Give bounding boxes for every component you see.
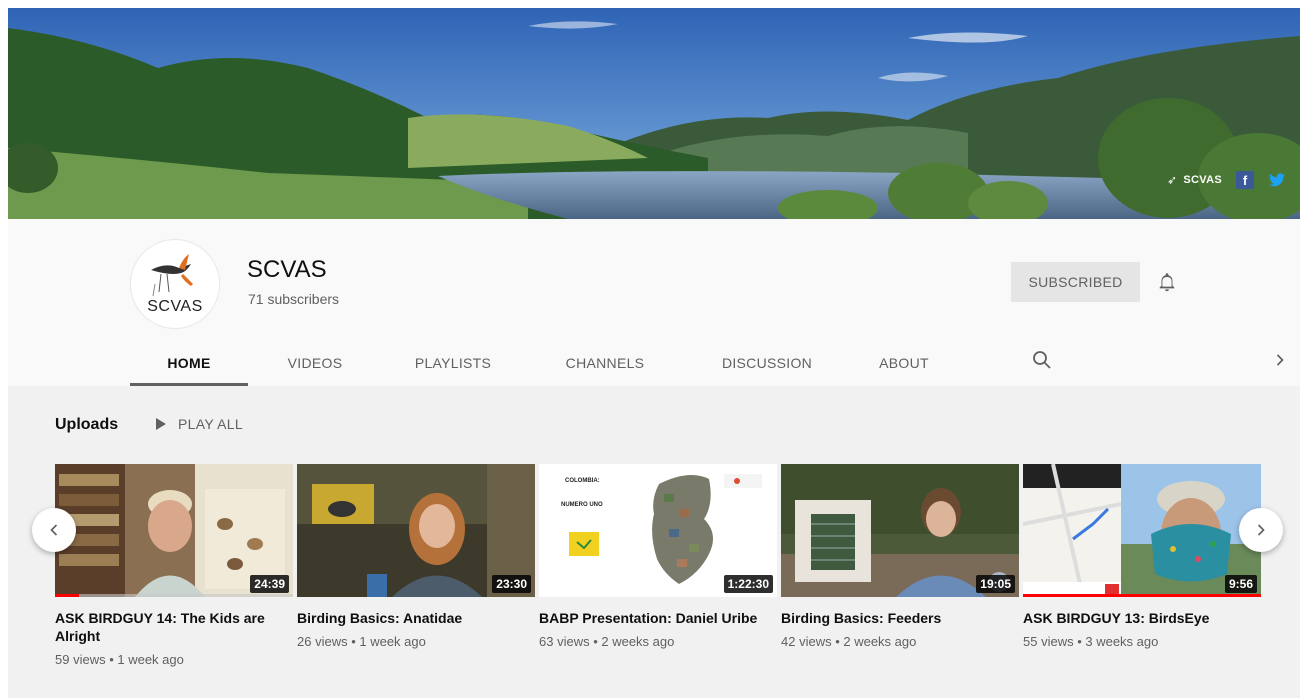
slide-text-numero-uno: NUMERO UNO xyxy=(561,502,603,508)
video-thumbnail[interactable]: 23:30 xyxy=(297,464,535,597)
watch-progress-bar xyxy=(1023,594,1261,597)
channel-tabs: HOME VIDEOS PLAYLISTS CHANNELS DISCUSSIO… xyxy=(130,339,960,386)
chevron-left-icon xyxy=(50,524,58,536)
channel-header: SCVAS SCVAS 71 subscribers SUBSCRIBED HO… xyxy=(8,219,1300,386)
facebook-icon[interactable]: f xyxy=(1236,171,1254,189)
progress-track xyxy=(55,594,293,597)
video-meta: 42 views • 2 weeks ago xyxy=(781,634,917,649)
tab-channels[interactable]: CHANNELS xyxy=(524,339,686,386)
video-thumbnail[interactable]: 24:39 xyxy=(55,464,293,597)
play-icon xyxy=(156,418,166,430)
banner-landscape-image xyxy=(8,8,1300,219)
chevron-right-icon xyxy=(1257,524,1265,536)
twitter-icon[interactable] xyxy=(1268,171,1286,189)
avatar-label: SCVAS xyxy=(147,298,203,315)
video-duration: 1:22:30 xyxy=(723,575,773,593)
channel-banner: ➶ SCVAS f xyxy=(8,8,1300,219)
video-meta: 59 views • 1 week ago xyxy=(55,652,184,667)
play-all-button[interactable]: PLAY ALL xyxy=(156,416,243,432)
tab-playlists[interactable]: PLAYLISTS xyxy=(382,339,524,386)
tab-videos[interactable]: VIDEOS xyxy=(248,339,382,386)
video-card[interactable]: 23:30 Birding Basics: Anatidae 26 views … xyxy=(297,464,535,649)
video-card[interactable]: 24:39 ASK BIRDGUY 14: The Kids are Alrig… xyxy=(55,464,293,667)
slide-text-colombia: COLOMBIA: xyxy=(565,478,600,484)
scvas-bird-logo-icon xyxy=(151,254,193,297)
video-title[interactable]: BABP Presentation: Daniel Uribe xyxy=(539,609,777,627)
search-icon[interactable] xyxy=(1030,348,1054,372)
video-title[interactable]: ASK BIRDGUY 13: BirdsEye xyxy=(1023,609,1261,627)
banner-links: ➶ SCVAS f xyxy=(1167,171,1286,189)
video-title[interactable]: ASK BIRDGUY 14: The Kids are Alright xyxy=(55,609,293,645)
channel-avatar[interactable]: SCVAS xyxy=(130,239,220,329)
subscriber-count: 71 subscribers xyxy=(248,291,340,307)
video-thumbnail[interactable]: 19:05 xyxy=(781,464,1019,597)
tab-about[interactable]: ABOUT xyxy=(848,339,960,386)
video-card[interactable]: COLOMBIA: NUMERO UNO 1:22:30 BABP Presen… xyxy=(539,464,777,649)
carousel-next-button[interactable] xyxy=(1239,508,1283,552)
play-all-label: PLAY ALL xyxy=(178,416,243,432)
video-card[interactable]: 19:05 Birding Basics: Feeders 42 views •… xyxy=(781,464,1019,649)
subscribed-button[interactable]: SUBSCRIBED xyxy=(1011,262,1140,302)
channel-name: SCVAS xyxy=(247,256,327,283)
video-title[interactable]: Birding Basics: Anatidae xyxy=(297,609,535,627)
uploads-section: Uploads PLAY ALL 24:39 ASK BIRDGUY 14: T… xyxy=(8,386,1300,698)
video-duration: 24:39 xyxy=(250,575,289,593)
video-card[interactable]: 9:56 ASK BIRDGUY 13: BirdsEye 55 views •… xyxy=(1023,464,1261,649)
watch-progress-bar xyxy=(55,594,79,597)
notification-bell-icon[interactable] xyxy=(1156,271,1178,293)
tab-discussion[interactable]: DISCUSSION xyxy=(686,339,848,386)
facebook-glyph: f xyxy=(1242,172,1248,188)
video-thumbnail[interactable]: 9:56 xyxy=(1023,464,1261,597)
video-meta: 63 views • 2 weeks ago xyxy=(539,634,675,649)
video-duration: 23:30 xyxy=(492,575,531,593)
banner-brand-link[interactable]: ➶ SCVAS xyxy=(1167,173,1222,187)
tab-home[interactable]: HOME xyxy=(130,339,248,386)
banner-brand-label: SCVAS xyxy=(1183,174,1222,186)
video-meta: 26 views • 1 week ago xyxy=(297,634,426,649)
section-title[interactable]: Uploads xyxy=(55,416,118,434)
video-title[interactable]: Birding Basics: Feeders xyxy=(781,609,1019,627)
carousel-prev-button[interactable] xyxy=(32,508,76,552)
chevron-right-icon[interactable] xyxy=(1270,350,1290,370)
video-meta: 55 views • 3 weeks ago xyxy=(1023,634,1159,649)
video-thumbnail[interactable]: COLOMBIA: NUMERO UNO 1:22:30 xyxy=(539,464,777,597)
video-duration: 19:05 xyxy=(976,575,1015,593)
video-duration: 9:56 xyxy=(1224,575,1257,593)
bird-logo-icon: ➶ xyxy=(1167,173,1178,187)
